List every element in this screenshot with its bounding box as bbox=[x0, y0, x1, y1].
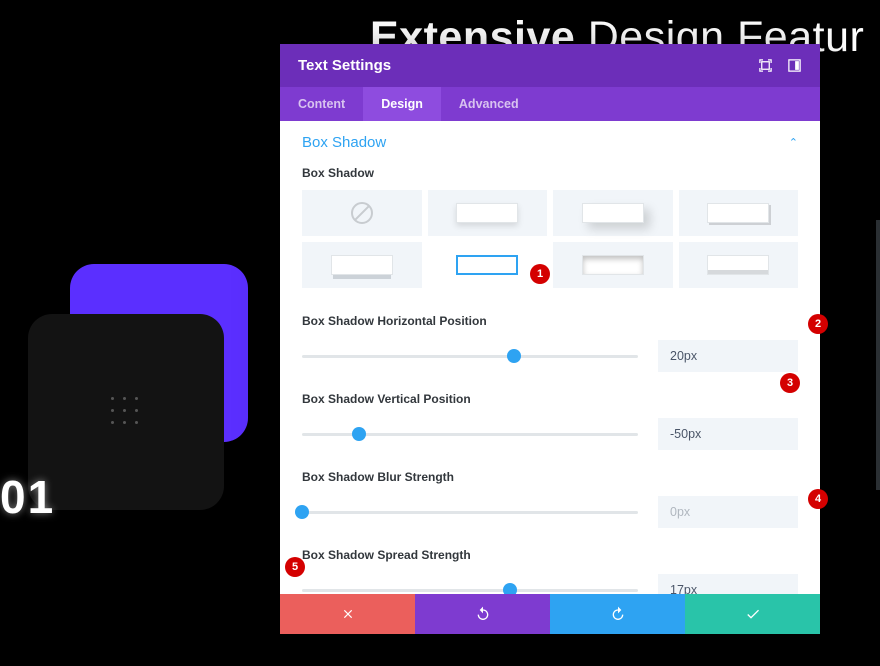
panel-tabs: Content Design Advanced bbox=[280, 87, 820, 121]
shadow-presets bbox=[302, 190, 798, 288]
preset-none[interactable] bbox=[302, 190, 422, 236]
save-button[interactable] bbox=[685, 594, 820, 634]
blur-slider[interactable] bbox=[302, 511, 638, 514]
spread-input[interactable] bbox=[658, 574, 798, 594]
close-icon bbox=[341, 607, 355, 621]
panel-actions bbox=[280, 594, 820, 634]
redo-button[interactable] bbox=[550, 594, 685, 634]
blur-label: Box Shadow Blur Strength bbox=[302, 470, 798, 484]
preset-6-selected[interactable] bbox=[428, 242, 548, 288]
annotation-marker-3: 3 bbox=[780, 373, 800, 393]
undo-button[interactable] bbox=[415, 594, 550, 634]
horiz-input[interactable] bbox=[658, 340, 798, 372]
check-icon bbox=[745, 606, 761, 622]
expand-icon[interactable] bbox=[758, 58, 773, 73]
tab-design[interactable]: Design bbox=[363, 87, 441, 121]
preset-8[interactable] bbox=[679, 242, 799, 288]
blur-input[interactable] bbox=[658, 496, 798, 528]
preset-7[interactable] bbox=[553, 242, 673, 288]
chevron-up-icon: ⌃ bbox=[789, 136, 798, 149]
annotation-marker-2: 2 bbox=[808, 314, 828, 334]
spread-slider[interactable] bbox=[302, 589, 638, 592]
annotation-marker-5: 5 bbox=[285, 557, 305, 577]
spread-label: Box Shadow Spread Strength bbox=[302, 548, 798, 562]
presets-label: Box Shadow bbox=[302, 166, 798, 180]
scrollbar[interactable] bbox=[876, 220, 880, 490]
vert-input[interactable] bbox=[658, 418, 798, 450]
snap-right-icon[interactable] bbox=[787, 58, 802, 73]
vert-label: Box Shadow Vertical Position bbox=[302, 392, 798, 406]
redo-icon bbox=[610, 606, 626, 622]
vert-slider[interactable] bbox=[302, 433, 638, 436]
preset-3[interactable] bbox=[553, 190, 673, 236]
panel-header: Text Settings bbox=[280, 44, 820, 87]
annotation-marker-4: 4 bbox=[808, 489, 828, 509]
horiz-label: Box Shadow Horizontal Position bbox=[302, 314, 798, 328]
panel-title: Text Settings bbox=[298, 57, 391, 74]
annotation-marker-1: 1 bbox=[530, 264, 550, 284]
text-settings-panel: Text Settings Content Design Advanced Bo… bbox=[280, 44, 820, 634]
slide-counter: 01 bbox=[0, 470, 55, 524]
horiz-slider[interactable] bbox=[302, 355, 638, 358]
tab-content[interactable]: Content bbox=[280, 87, 363, 121]
preset-5[interactable] bbox=[302, 242, 422, 288]
preset-4[interactable] bbox=[679, 190, 799, 236]
section-box-shadow-toggle[interactable]: Box Shadow ⌃ bbox=[302, 134, 798, 151]
undo-icon bbox=[475, 606, 491, 622]
cancel-button[interactable] bbox=[280, 594, 415, 634]
preset-2[interactable] bbox=[428, 190, 548, 236]
drag-grid-icon bbox=[111, 397, 141, 427]
tab-advanced[interactable]: Advanced bbox=[441, 87, 537, 121]
section-title-label: Box Shadow bbox=[302, 134, 386, 151]
preview-card bbox=[28, 314, 224, 510]
